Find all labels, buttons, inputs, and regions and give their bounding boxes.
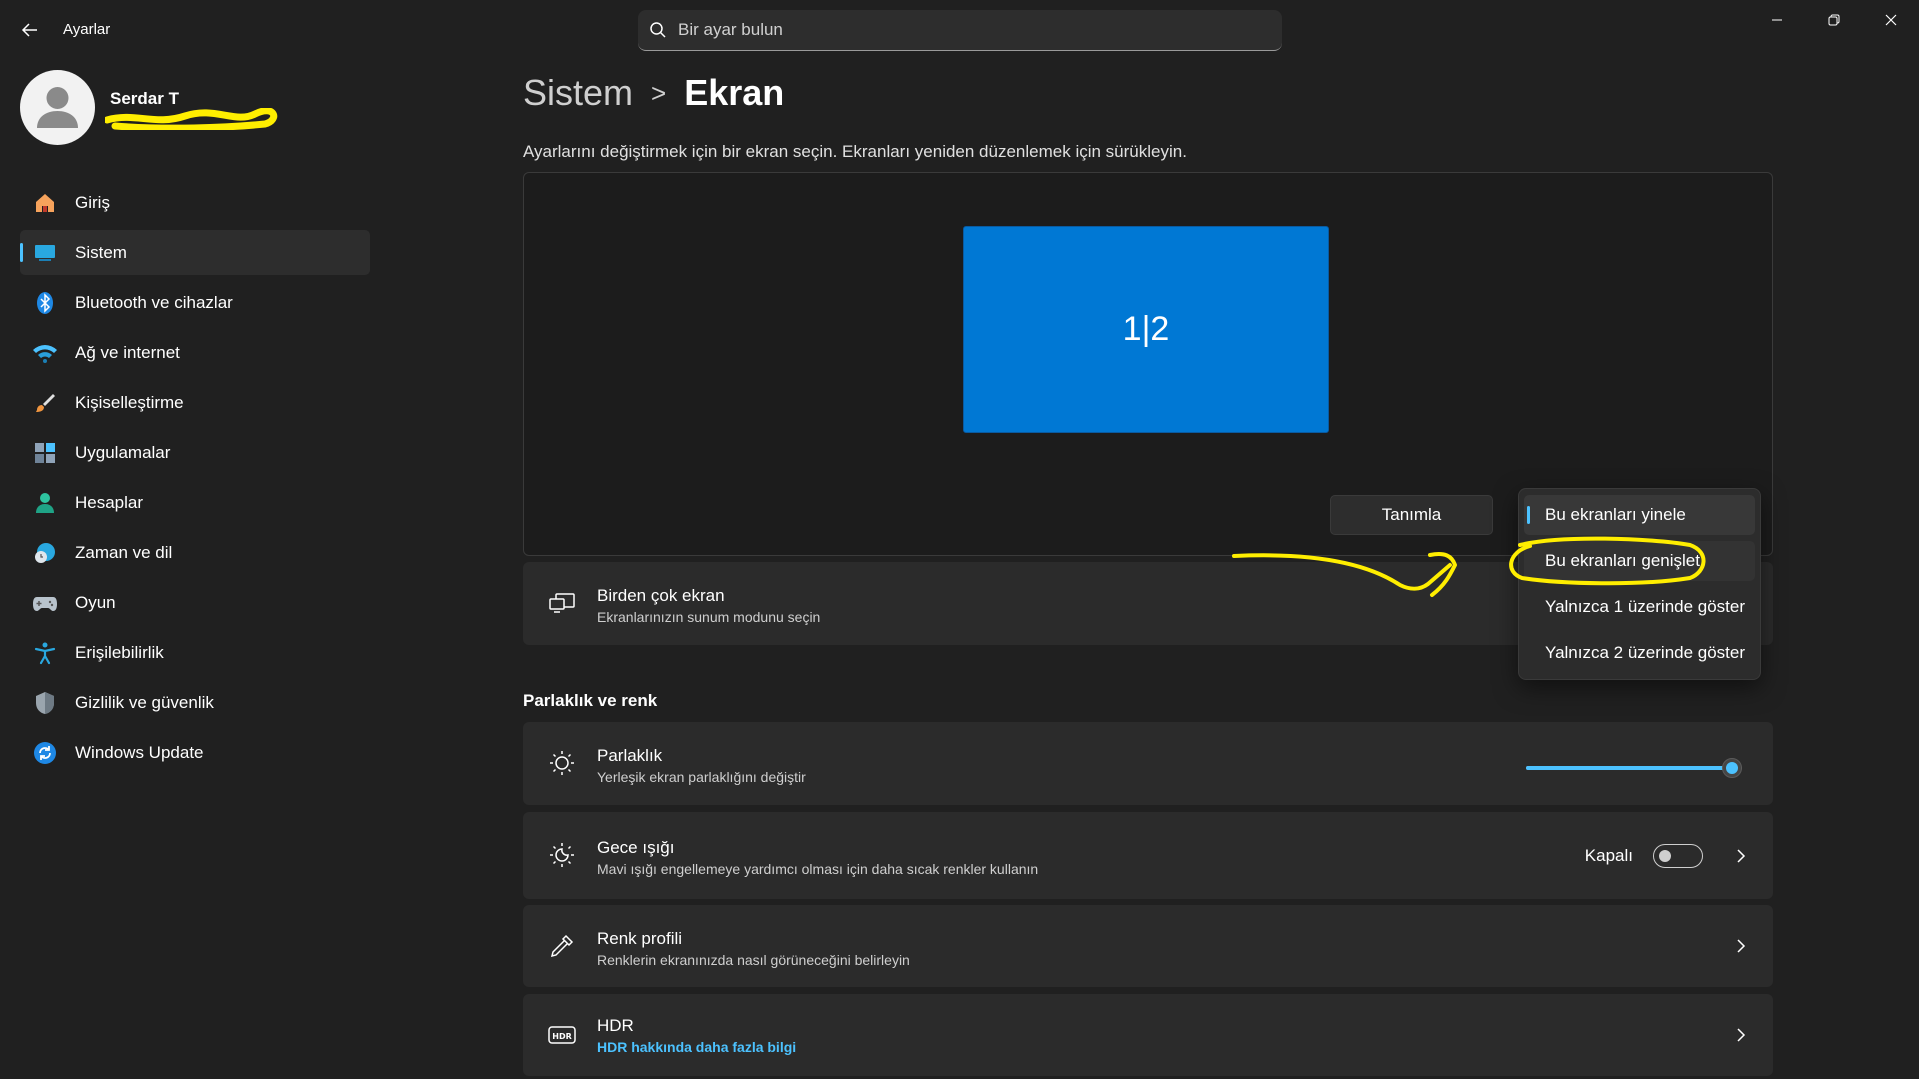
time-language-icon (30, 538, 60, 568)
display-arrange-description: Ayarlarını değiştirmek için bir ekran se… (523, 142, 1187, 161)
gamepad-icon (30, 588, 60, 618)
slider-thumb[interactable] (1722, 758, 1742, 778)
svg-text:HDR: HDR (552, 1032, 572, 1041)
color-profile-subtitle: Renklerin ekranınızda nasıl görüneceğini… (597, 952, 910, 968)
search-input[interactable] (678, 20, 1238, 40)
night-light-icon (545, 838, 579, 872)
night-light-title: Gece ışığı (597, 838, 675, 857)
brightness-title: Parlaklık (597, 746, 663, 765)
app-title: Ayarlar (63, 21, 111, 38)
sidebar-item-time-language[interactable]: Zaman ve dil (20, 530, 370, 575)
hdr-card[interactable]: HDR HDR HDR hakkında daha fazla bilgi (523, 994, 1773, 1076)
night-light-subtitle: Mavi ışığı engellemeye yardımcı olması i… (597, 861, 1039, 877)
sidebar-item-accounts[interactable]: Hesaplar (20, 480, 370, 525)
sidebar-item-label: Zaman ve dil (75, 542, 173, 562)
monitor-tile[interactable]: 1|2 (963, 226, 1329, 433)
breadcrumb-parent[interactable]: Sistem (523, 72, 633, 114)
sidebar-item-label: Ağ ve internet (75, 342, 180, 362)
sidebar-item-personalization[interactable]: Kişiselleştirme (20, 380, 370, 425)
brightness-slider[interactable] (1526, 758, 1742, 778)
sidebar-item-system[interactable]: Sistem (20, 230, 370, 275)
search-icon (638, 21, 678, 39)
search-box[interactable] (638, 10, 1282, 51)
close-icon (1885, 14, 1897, 26)
chevron-right-icon[interactable] (1731, 936, 1751, 956)
brush-icon (30, 388, 60, 418)
monitor-label: 1|2 (1122, 310, 1170, 348)
dropdown-option-extend[interactable]: Bu ekranları genişlet (1524, 541, 1755, 581)
page-title: Ekran (684, 72, 785, 113)
title-bar: Ayarlar (0, 0, 1919, 60)
dropdown-option-show-only-1[interactable]: Yalnızca 1 üzerinde göster (1524, 587, 1755, 627)
slider-fill (1526, 766, 1732, 770)
breadcrumb-separator: > (651, 77, 667, 108)
apps-icon (30, 438, 60, 468)
eyedropper-icon (545, 929, 579, 963)
toggle-knob (1659, 850, 1671, 862)
sidebar-item-label: Bluetooth ve cihazlar (75, 292, 233, 312)
account-icon (30, 488, 60, 518)
hdr-icon: HDR (545, 1018, 579, 1052)
minimize-button[interactable] (1749, 0, 1805, 40)
dropdown-option-show-only-2[interactable]: Yalnızca 2 üzerinde göster (1524, 633, 1755, 673)
dropdown-option-duplicate[interactable]: Bu ekranları yinele (1524, 495, 1755, 535)
sidebar-item-label: Kişiselleştirme (75, 392, 184, 412)
back-arrow-icon (21, 23, 37, 37)
restore-icon (1828, 14, 1840, 26)
sidebar-item-label: Uygulamalar (75, 442, 171, 462)
sidebar-item-label: Gizlilik ve güvenlik (75, 692, 214, 712)
night-light-state: Kapalı (1584, 846, 1633, 865)
update-icon (30, 738, 60, 768)
sidebar-item-label: Sistem (75, 242, 127, 262)
hdr-title: HDR (597, 1016, 634, 1035)
color-profile-card[interactable]: Renk profili Renklerin ekranınızda nasıl… (523, 905, 1773, 987)
person-icon (37, 87, 78, 128)
brightness-subtitle: Yerleşik ekran parlaklığını değiştir (597, 769, 806, 785)
bluetooth-icon (30, 288, 60, 318)
home-icon (30, 188, 60, 218)
sidebar-item-label: Windows Update (75, 742, 204, 762)
sidebar-item-accessibility[interactable]: Erişilebilirlik (20, 630, 370, 675)
section-brightness-color: Parlaklık ve renk (523, 691, 658, 710)
multiple-displays-title: Birden çok ekran (597, 586, 725, 605)
multiple-displays-icon (545, 586, 579, 620)
breadcrumb: Sistem > Ekran (523, 72, 784, 114)
identify-button[interactable]: Tanımla (1330, 495, 1493, 535)
user-profile[interactable]: Serdar T (20, 70, 400, 150)
sidebar-item-network[interactable]: Ağ ve internet (20, 330, 370, 375)
sidebar-item-privacy[interactable]: Gizlilik ve güvenlik (20, 680, 370, 725)
system-icon (30, 238, 60, 268)
sun-icon (545, 746, 579, 780)
display-mode-dropdown: Bu ekranları yinele Bu ekranları genişle… (1518, 488, 1761, 680)
avatar (20, 70, 95, 145)
chevron-right-icon[interactable] (1731, 846, 1751, 866)
sidebar-item-bluetooth[interactable]: Bluetooth ve cihazlar (20, 280, 370, 325)
accessibility-icon (30, 638, 60, 668)
minimize-icon (1772, 19, 1782, 21)
sidebar-item-label: Oyun (75, 592, 116, 612)
restore-button[interactable] (1806, 0, 1862, 40)
brightness-card: Parlaklık Yerleşik ekran parlaklığını de… (523, 722, 1773, 805)
hdr-learn-more-link[interactable]: HDR hakkında daha fazla bilgi (597, 1039, 796, 1055)
redacted-email-scribble (105, 108, 278, 130)
sidebar-item-label: Giriş (75, 192, 110, 212)
profile-name: Serdar T (110, 89, 179, 108)
sidebar-nav: Giriş Sistem Bluetooth ve cihazlar Ağ ve… (20, 180, 370, 780)
wifi-icon (30, 338, 60, 368)
sidebar-item-label: Erişilebilirlik (75, 642, 164, 662)
night-light-toggle[interactable] (1653, 844, 1703, 868)
multiple-displays-subtitle: Ekranlarınızın sunum modunu seçin (597, 609, 821, 625)
sidebar-item-windows-update[interactable]: Windows Update (20, 730, 370, 775)
sidebar-item-gaming[interactable]: Oyun (20, 580, 370, 625)
night-light-card[interactable]: Gece ışığı Mavi ışığı engellemeye yardım… (523, 812, 1773, 899)
sidebar-item-apps[interactable]: Uygulamalar (20, 430, 370, 475)
color-profile-title: Renk profili (597, 929, 683, 948)
sidebar-item-home[interactable]: Giriş (20, 180, 370, 225)
settings-window: Ayarlar Serdar T (0, 0, 1919, 1079)
chevron-right-icon[interactable] (1731, 1025, 1751, 1045)
back-button[interactable] (14, 14, 46, 46)
close-button[interactable] (1863, 0, 1919, 40)
shield-icon (30, 688, 60, 718)
sidebar-item-label: Hesaplar (75, 492, 144, 512)
